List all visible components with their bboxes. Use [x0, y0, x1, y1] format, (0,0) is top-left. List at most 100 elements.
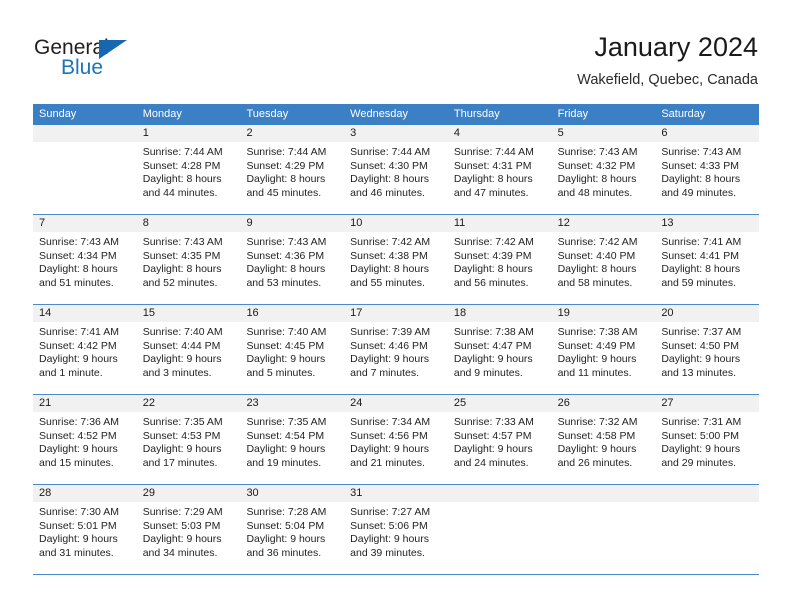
day-detail-line: and 29 minutes. [661, 456, 737, 469]
day-cell[interactable]: 3 Sunrise: 7:44 AM Sunset: 4:30 PM Daylight… [344, 125, 448, 214]
day-number: 2 [240, 125, 345, 142]
day-detail-line: Sunrise: 7:33 AM [453, 416, 534, 428]
day-details: Sunrise: 7:40 AM Sunset: 4:44 PM Daylight:… [137, 322, 241, 380]
day-cell[interactable]: 11 Sunrise: 7:42 AM Sunset: 4:39 PM Dayligh… [447, 215, 552, 304]
day-cell[interactable]: 27 Sunrise: 7:31 AM Sunset: 5:00 PM Dayligh… [655, 395, 760, 484]
weekday-header-wednesday: Wednesday [350, 108, 409, 120]
weekday-header-sunday: Sunday [39, 108, 77, 120]
day-detail-line: Sunset: 5:00 PM [661, 429, 739, 442]
day-number [33, 125, 137, 142]
day-cell[interactable]: 26 Sunrise: 7:32 AM Sunset: 4:58 PM Dayligh… [551, 395, 656, 484]
day-details: Sunrise: 7:43 AM Sunset: 4:33 PM Daylight:… [655, 142, 759, 200]
day-detail-line: Sunrise: 7:42 AM [453, 236, 534, 248]
day-cell[interactable]: 13 Sunrise: 7:41 AM Sunset: 4:41 PM Dayligh… [655, 215, 760, 304]
day-cell[interactable]: 20 Sunrise: 7:37 AM Sunset: 4:50 PM Dayligh… [655, 305, 760, 394]
day-detail-line: Daylight: 9 hours [39, 443, 118, 456]
day-cell[interactable]: 25 Sunrise: 7:33 AM Sunset: 4:57 PM Dayligh… [447, 395, 552, 484]
day-detail-line: Sunrise: 7:27 AM [350, 506, 431, 518]
day-detail-line: and 13 minutes. [661, 366, 737, 379]
day-cell[interactable]: 9 Sunrise: 7:43 AM Sunset: 4:36 PM Daylight… [240, 215, 345, 304]
day-detail-line: Sunset: 4:38 PM [350, 249, 428, 262]
day-cell[interactable]: 18 Sunrise: 7:38 AM Sunset: 4:47 PM Dayligh… [447, 305, 552, 394]
day-cell[interactable]: 6 Sunrise: 7:43 AM Sunset: 4:33 PM Daylight… [655, 125, 760, 214]
day-details: Sunrise: 7:44 AM Sunset: 4:30 PM Daylight:… [344, 142, 448, 200]
day-detail-line: Sunrise: 7:38 AM [453, 326, 534, 338]
day-details [33, 142, 137, 146]
day-details: Sunrise: 7:42 AM Sunset: 4:39 PM Daylight:… [448, 232, 552, 290]
day-cell[interactable]: 12 Sunrise: 7:42 AM Sunset: 4:40 PM Dayligh… [551, 215, 656, 304]
weekday-header-saturday: Saturday [661, 108, 706, 120]
day-detail-line: Sunrise: 7:41 AM [661, 236, 742, 248]
day-detail-line: and 56 minutes. [453, 276, 529, 289]
day-cell[interactable]: 19 Sunrise: 7:38 AM Sunset: 4:49 PM Dayligh… [551, 305, 656, 394]
day-cell[interactable]: 23 Sunrise: 7:35 AM Sunset: 4:54 PM Dayligh… [240, 395, 345, 484]
day-detail-line: Sunset: 4:45 PM [246, 339, 325, 352]
day-detail-line: Daylight: 9 hours [142, 533, 222, 546]
day-detail-line: Daylight: 9 hours [557, 353, 637, 366]
day-cell[interactable]: 28 Sunrise: 7:30 AM Sunset: 5:01 PM Dayligh… [33, 485, 137, 574]
day-detail-line: Sunrise: 7:43 AM [557, 146, 638, 158]
day-details: Sunrise: 7:28 AM Sunset: 5:04 PM Daylight:… [240, 502, 344, 560]
weekday-header-friday: Friday [557, 108, 589, 120]
title-block: January 2024 Wakefield, Quebec, Canada [577, 30, 758, 90]
day-cell[interactable]: 14 Sunrise: 7:41 AM Sunset: 4:42 PM Dayligh… [33, 305, 137, 394]
day-detail-line: Sunrise: 7:30 AM [39, 506, 119, 518]
day-detail-line: Sunrise: 7:43 AM [39, 236, 119, 248]
general-blue-logo[interactable]: General Blue [34, 36, 214, 88]
day-detail-line: Sunset: 5:04 PM [246, 519, 325, 532]
day-detail-line: Daylight: 9 hours [142, 353, 222, 366]
day-cell[interactable]: 30 Sunrise: 7:28 AM Sunset: 5:04 PM Dayligh… [240, 485, 345, 574]
day-cell[interactable]: 10 Sunrise: 7:42 AM Sunset: 4:38 PM Dayligh… [344, 215, 448, 304]
day-cell[interactable]: 24 Sunrise: 7:34 AM Sunset: 4:56 PM Dayligh… [344, 395, 448, 484]
day-detail-line: Daylight: 9 hours [557, 443, 637, 456]
day-detail-line: and 51 minutes. [39, 276, 114, 289]
day-cell[interactable]: 2 Sunrise: 7:44 AM Sunset: 4:29 PM Daylight… [240, 125, 345, 214]
day-detail-line: and 7 minutes. [350, 366, 420, 379]
day-cell[interactable]: 8 Sunrise: 7:43 AM Sunset: 4:35 PM Daylight… [136, 215, 241, 304]
day-detail-line: and 52 minutes. [142, 276, 218, 289]
day-detail-line: Daylight: 9 hours [350, 353, 429, 366]
day-cell[interactable]: 21 Sunrise: 7:36 AM Sunset: 4:52 PM Dayligh… [33, 395, 137, 484]
day-cell[interactable]: 15 Sunrise: 7:40 AM Sunset: 4:44 PM Dayligh… [136, 305, 241, 394]
day-cell[interactable]: 31 Sunrise: 7:27 AM Sunset: 5:06 PM Dayligh… [344, 485, 448, 574]
day-cell[interactable]: 5 Sunrise: 7:43 AM Sunset: 4:32 PM Daylight… [551, 125, 656, 214]
day-number: 11 [447, 215, 552, 232]
day-details: Sunrise: 7:39 AM Sunset: 4:46 PM Daylight:… [344, 322, 448, 380]
day-cell[interactable]: 1 Sunrise: 7:44 AM Sunset: 4:28 PM Daylight… [136, 125, 241, 214]
calendar-body: 1 Sunrise: 7:44 AM Sunset: 4:28 PM Daylight… [33, 125, 760, 575]
day-details: Sunrise: 7:44 AM Sunset: 4:31 PM Daylight:… [448, 142, 552, 200]
day-detail-line: and 47 minutes. [453, 186, 529, 199]
day-detail-line: Sunset: 4:44 PM [142, 339, 221, 352]
day-details: Sunrise: 7:40 AM Sunset: 4:45 PM Daylight:… [240, 322, 344, 380]
day-cell[interactable]: 17 Sunrise: 7:39 AM Sunset: 4:46 PM Dayligh… [344, 305, 448, 394]
day-details: Sunrise: 7:42 AM Sunset: 4:40 PM Daylight:… [552, 232, 656, 290]
day-detail-line: Sunrise: 7:43 AM [661, 146, 742, 158]
day-detail-line: Sunset: 4:28 PM [142, 159, 221, 172]
day-detail-line: Sunset: 4:34 PM [39, 249, 117, 262]
day-cell[interactable]: 29 Sunrise: 7:29 AM Sunset: 5:03 PM Dayligh… [136, 485, 241, 574]
day-number [447, 485, 552, 502]
day-details: Sunrise: 7:31 AM Sunset: 5:00 PM Daylight:… [655, 412, 759, 470]
day-number [655, 485, 760, 502]
day-cell[interactable]: 22 Sunrise: 7:35 AM Sunset: 4:53 PM Dayligh… [136, 395, 241, 484]
day-details: Sunrise: 7:43 AM Sunset: 4:32 PM Daylight:… [552, 142, 656, 200]
day-number: 20 [655, 305, 760, 322]
day-cell-empty [655, 485, 760, 574]
day-detail-line: Sunrise: 7:38 AM [557, 326, 638, 338]
day-cell[interactable]: 7 Sunrise: 7:43 AM Sunset: 4:34 PM Daylight… [33, 215, 137, 304]
weekday-header-thursday: Thursday [453, 108, 500, 120]
day-detail-line: Sunset: 5:03 PM [142, 519, 221, 532]
day-number: 21 [33, 395, 137, 412]
day-details: Sunrise: 7:36 AM Sunset: 4:52 PM Daylight:… [33, 412, 137, 470]
day-details: Sunrise: 7:32 AM Sunset: 4:58 PM Daylight:… [552, 412, 656, 470]
day-details: Sunrise: 7:38 AM Sunset: 4:49 PM Daylight:… [552, 322, 656, 380]
weekday-header-tuesday: Tuesday [246, 108, 289, 120]
day-detail-line: and 26 minutes. [557, 456, 633, 469]
day-cell[interactable]: 4 Sunrise: 7:44 AM Sunset: 4:31 PM Daylight… [447, 125, 552, 214]
day-cell[interactable]: 16 Sunrise: 7:40 AM Sunset: 4:45 PM Dayligh… [240, 305, 345, 394]
day-number: 27 [655, 395, 760, 412]
day-detail-line: Sunset: 4:47 PM [453, 339, 532, 352]
day-detail-line: Sunset: 4:30 PM [350, 159, 428, 172]
day-detail-line: and 44 minutes. [142, 186, 218, 199]
day-detail-line: Sunset: 4:31 PM [453, 159, 532, 172]
